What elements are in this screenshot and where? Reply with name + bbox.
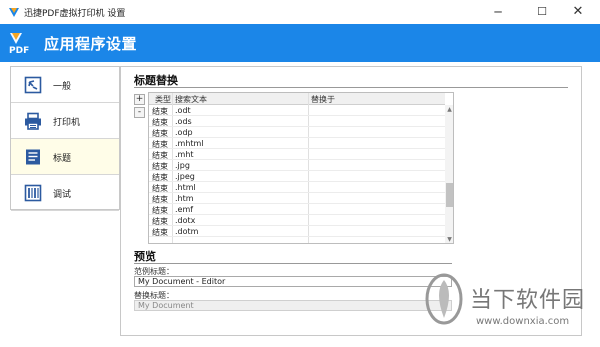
watermark-brand: 当下软件园 (470, 288, 586, 313)
table-header: 类型 搜索文本 替换于 (149, 93, 445, 105)
cell-type: 结束 (152, 228, 168, 237)
debug-icon (24, 184, 42, 202)
sidebar-item-label: 打印机 (53, 118, 81, 128)
cell-search: .dotx (175, 216, 196, 225)
table-row[interactable]: 结束 .jpg (149, 160, 445, 171)
window-titlebar: 迅捷PDF虚拟打印机 设置 ─ ☐ ✕ (0, 0, 600, 24)
sidebar: 一般 打印机 标题 调试 (10, 66, 120, 211)
sidebar-item-label: 调试 (53, 190, 72, 200)
preview-heading: 预览 (134, 250, 156, 263)
pdf-logo-icon: PDF (9, 33, 29, 55)
cell-search: .jpeg (175, 172, 195, 181)
table-scrollbar[interactable]: ▲ ▼ (445, 105, 453, 243)
column-header-replace[interactable]: 替换于 (311, 94, 335, 105)
cell-search: .ods (175, 117, 192, 126)
cell-search: .mht (175, 150, 194, 159)
table-row[interactable]: 结束 .odp (149, 127, 445, 138)
sidebar-item-label: 一般 (53, 82, 72, 92)
close-button[interactable]: ✕ (558, 2, 598, 22)
remove-rule-button[interactable]: - (134, 107, 145, 118)
sample-title-field[interactable]: My Document - Editor (134, 276, 452, 287)
replaced-title-field: My Document (134, 300, 452, 311)
title-replace-heading: 标题替换 (134, 74, 178, 87)
app-icon (9, 8, 19, 17)
cell-search: .dotm (175, 227, 199, 236)
watermark: 当下软件园 www.downxia.com (410, 272, 590, 338)
sidebar-item-debug[interactable]: 调试 (11, 175, 119, 211)
replace-rules-table[interactable]: 类型 搜索文本 替换于 结束 .odt 结束 .ods 结束 .odp 结束 .… (148, 92, 454, 244)
scroll-down-icon[interactable]: ▼ (446, 236, 453, 243)
table-row[interactable]: 结束 .ods (149, 116, 445, 127)
app-header: PDF 应用程序设置 (0, 24, 600, 62)
watermark-url: www.downxia.com (476, 316, 570, 327)
table-row[interactable]: 结束 .mhtml (149, 138, 445, 149)
table-row[interactable]: 结束 .htm (149, 193, 445, 204)
column-header-search[interactable]: 搜索文本 (175, 94, 207, 105)
general-icon (24, 76, 42, 94)
sidebar-item-printer[interactable]: 打印机 (11, 103, 119, 139)
section-divider (134, 263, 452, 264)
sidebar-item-general[interactable]: 一般 (11, 67, 119, 103)
cell-search: .odp (175, 128, 193, 137)
table-row[interactable]: 结束 .emf (149, 204, 445, 215)
table-row[interactable]: 结束 .dotm (149, 226, 445, 237)
cell-search: .jpg (175, 161, 190, 170)
watermark-logo-icon (425, 273, 463, 325)
minimize-button[interactable]: ─ (478, 2, 518, 22)
sidebar-item-label: 标题 (53, 154, 72, 164)
page-title: 应用程序设置 (44, 35, 138, 53)
cell-search: .html (175, 183, 196, 192)
maximize-button[interactable]: ☐ (522, 2, 562, 22)
sidebar-item-title[interactable]: 标题 (11, 139, 119, 175)
printer-icon (25, 112, 41, 130)
table-row[interactable]: 结束 .mht (149, 149, 445, 160)
logo-text: PDF (9, 46, 29, 55)
scroll-up-icon[interactable]: ▲ (446, 106, 453, 113)
section-divider (134, 87, 568, 88)
cell-search: .htm (175, 194, 194, 203)
cell-search: .odt (175, 106, 191, 115)
table-row[interactable]: 结束 .dotx (149, 215, 445, 226)
cell-search: .emf (175, 205, 194, 214)
table-row[interactable]: 结束 .odt (149, 105, 445, 116)
table-row[interactable]: 结束 .html (149, 182, 445, 193)
column-header-type[interactable]: 类型 (155, 94, 171, 105)
title-icon (26, 149, 40, 165)
cell-search: .mhtml (175, 139, 204, 148)
add-rule-button[interactable]: + (134, 94, 145, 105)
table-row[interactable]: 结束 .jpeg (149, 171, 445, 182)
window-title: 迅捷PDF虚拟打印机 设置 (24, 9, 126, 19)
scroll-thumb[interactable] (446, 183, 453, 207)
